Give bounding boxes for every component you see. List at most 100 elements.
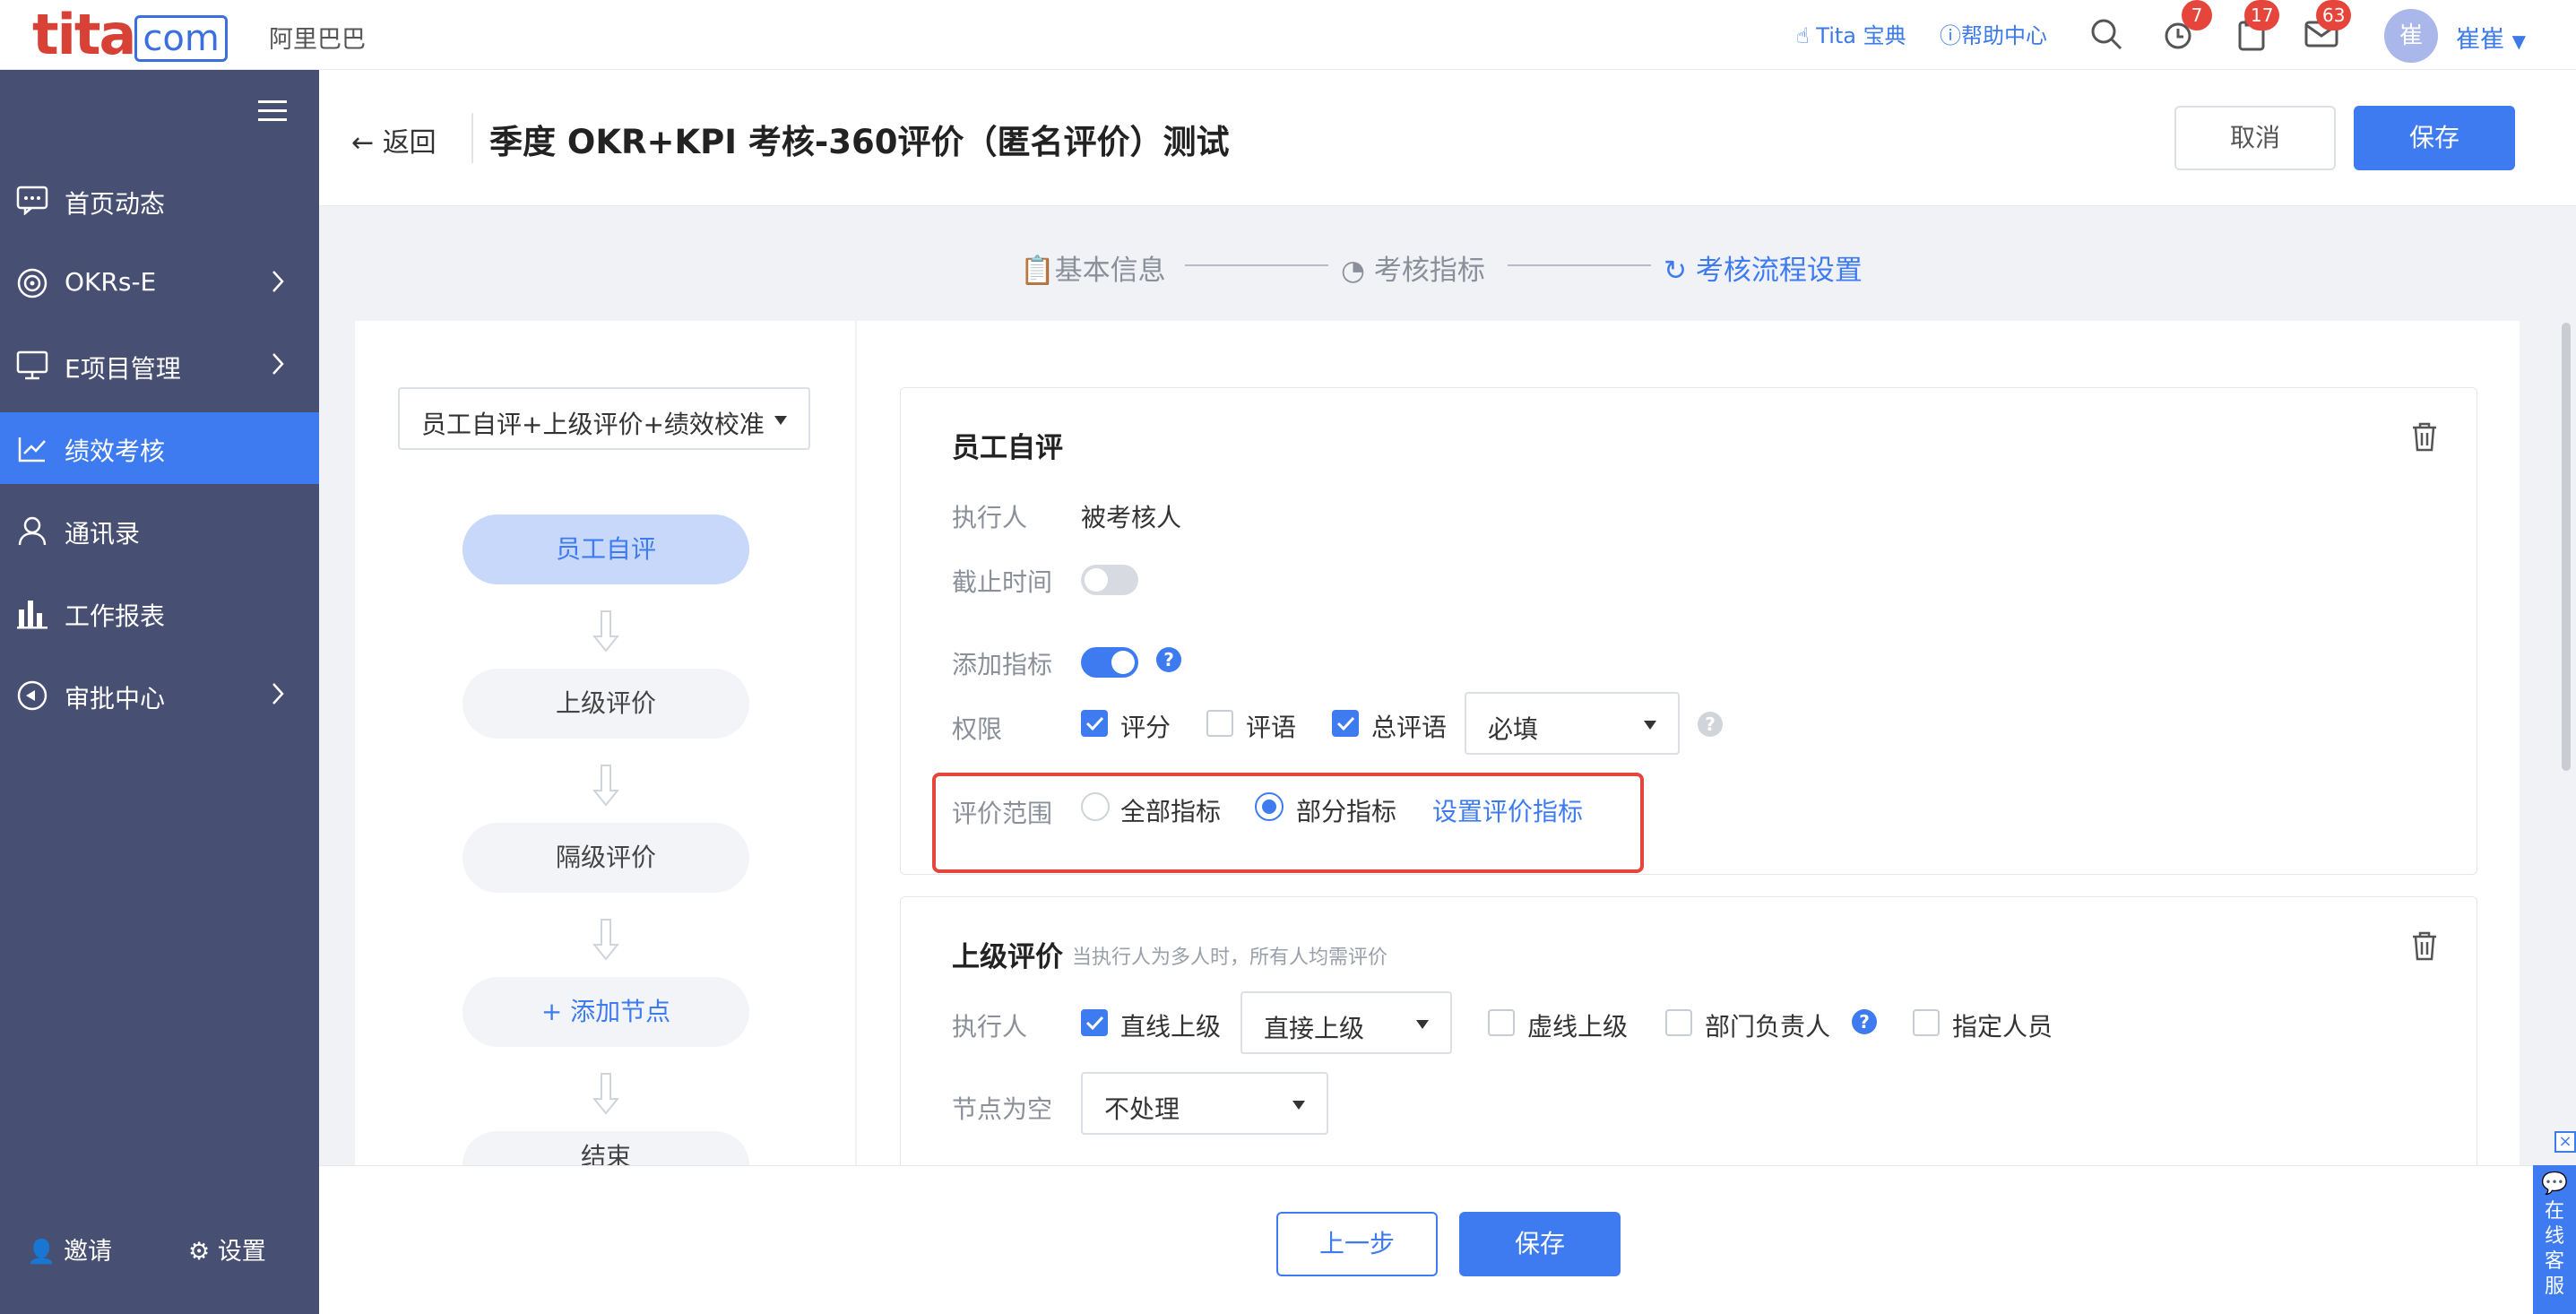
comment-checkbox[interactable]	[1206, 710, 1233, 737]
step-metrics[interactable]: ◔ 考核指标	[1341, 247, 1485, 288]
scope-all-radio[interactable]	[1081, 792, 1110, 821]
flow-template-select[interactable]: 员工自评+上级评价+绩效校准	[398, 387, 810, 450]
bar-chart-icon	[16, 597, 48, 629]
caret-down-icon	[1292, 1101, 1305, 1110]
sidebar: 首页动态 OKRs-E E项目管理 绩效考核 通讯录 工作报表 审批中心 👤 邀…	[0, 70, 319, 1314]
user-name[interactable]: 崔崔 ▼	[2456, 20, 2526, 55]
caret-down-icon	[774, 416, 787, 425]
flow-node-self-eval[interactable]: 员工自评	[462, 514, 749, 584]
help-center-link[interactable]: ⓘ帮助中心	[1940, 18, 2047, 49]
arrow-left-icon: ←	[351, 127, 375, 159]
add-node-button[interactable]: + 添加节点	[462, 977, 749, 1047]
chat-bubble-icon	[16, 185, 48, 215]
add-metric-toggle[interactable]	[1081, 647, 1138, 678]
chevron-right-icon	[271, 681, 285, 713]
required-select[interactable]: 必填	[1465, 692, 1680, 755]
cycle-icon: ↻	[1664, 255, 1696, 287]
scope-label: 评价范围	[952, 799, 1053, 828]
cancel-button[interactable]: 取消	[2174, 106, 2336, 170]
gauge-icon: ◔	[1341, 255, 1374, 287]
search-icon[interactable]	[2088, 16, 2124, 52]
save-button[interactable]: 保存	[2354, 106, 2515, 170]
set-eval-metrics-link[interactable]: 设置评价指标	[1432, 792, 1583, 828]
dept-head-label: 部门负责人	[1705, 1012, 1831, 1042]
direct-line-label: 直线上级	[1120, 1012, 1222, 1042]
step-connector	[1508, 264, 1651, 266]
caret-down-icon	[1416, 1020, 1429, 1029]
card-title: 上级评价	[952, 941, 1063, 973]
top-bar: tita com 阿里巴巴 ☝ Tita 宝典 ⓘ帮助中心 7 17 63 崔 崔…	[0, 0, 2576, 70]
direct-line-checkbox[interactable]	[1081, 1009, 1108, 1036]
deadline-label: 截止时间	[952, 567, 1053, 597]
sidebar-item-projects[interactable]: E项目管理	[0, 330, 319, 402]
sidebar-item-home-feed[interactable]: 首页动态	[0, 165, 319, 237]
user-plus-icon: 👤	[27, 1239, 56, 1266]
dotted-line-checkbox[interactable]	[1488, 1009, 1515, 1036]
scope-partial-radio[interactable]	[1255, 792, 1284, 821]
executor-label: 执行人	[952, 503, 1028, 532]
close-icon[interactable]: ×	[2554, 1131, 2576, 1153]
footer-save-button[interactable]: 保存	[1459, 1212, 1621, 1276]
overall-comment-checkbox[interactable]	[1332, 710, 1359, 737]
empty-node-select[interactable]: 不处理	[1081, 1072, 1328, 1135]
settings-button[interactable]: ⚙ 设置	[188, 1232, 266, 1266]
back-button[interactable]: ← 返回	[351, 120, 437, 160]
previous-step-button[interactable]: 上一步	[1276, 1212, 1438, 1276]
trash-icon[interactable]	[2411, 930, 2438, 961]
caret-down-icon: ▼	[2511, 30, 2526, 52]
flow-node-superior-eval[interactable]: 上级评价	[462, 669, 749, 739]
chat-icon: 💬	[2541, 1171, 2568, 1196]
sidebar-item-approvals[interactable]: 审批中心	[0, 660, 319, 731]
tita-logo[interactable]: tita com	[32, 4, 228, 66]
target-icon	[16, 267, 48, 299]
sidebar-item-reports[interactable]: 工作报表	[0, 577, 319, 649]
score-label: 评分	[1120, 713, 1171, 742]
avatar[interactable]: 崔	[2384, 9, 2438, 63]
dept-head-checkbox[interactable]	[1665, 1009, 1692, 1036]
sidebar-item-okrs[interactable]: OKRs-E	[0, 247, 319, 319]
overall-comment-label: 总评语	[1371, 713, 1448, 742]
scope-all-label: 全部指标	[1120, 797, 1222, 826]
designated-checkbox[interactable]	[1913, 1009, 1940, 1036]
flow-node-skip-level-eval[interactable]: 隔级评价	[462, 823, 749, 893]
page-title: 季度 OKR+KPI 考核-360评价（匿名评价）测试	[489, 123, 1230, 161]
reminder-badge: 7	[2182, 0, 2212, 30]
chevron-right-icon	[271, 351, 285, 383]
trend-chart-icon	[16, 432, 48, 464]
arrow-down-icon	[590, 609, 622, 656]
executor-value: 被考核人	[1081, 503, 1182, 532]
tita-guide-link[interactable]: ☝ Tita 宝典	[1796, 18, 1906, 49]
direct-superior-select[interactable]: 直接上级	[1240, 991, 1452, 1054]
permission-label: 权限	[952, 714, 1003, 744]
invite-button[interactable]: 👤 邀请	[27, 1232, 112, 1266]
step-basic-info[interactable]: 📋基本信息	[1020, 247, 1166, 288]
score-checkbox[interactable]	[1081, 710, 1108, 737]
card-title: 员工自评	[952, 432, 1063, 464]
approval-icon	[16, 679, 48, 712]
arrow-down-icon	[590, 918, 622, 964]
hamburger-menu-icon[interactable]	[258, 99, 287, 124]
flow-node-end[interactable]: 结束	[462, 1131, 749, 1165]
scope-partial-label: 部分指标	[1296, 797, 1397, 826]
executor-label: 执行人	[952, 1012, 1028, 1042]
designated-label: 指定人员	[1952, 1012, 2053, 1042]
document-icon: 📋	[1020, 255, 1055, 287]
caret-down-icon	[1644, 721, 1656, 730]
question-icon[interactable]: ?	[1698, 712, 1723, 737]
online-service-widget[interactable]: 💬 在线客服	[2533, 1165, 2576, 1314]
empty-node-label: 节点为空	[952, 1094, 1053, 1124]
question-icon[interactable]: ?	[1156, 647, 1181, 672]
step-process-settings[interactable]: ↻ 考核流程设置	[1664, 247, 1863, 288]
add-metric-label: 添加指标	[952, 650, 1053, 679]
sidebar-item-performance[interactable]: 绩效考核	[0, 412, 319, 484]
sidebar-item-contacts[interactable]: 通讯录	[0, 495, 319, 566]
deadline-toggle[interactable]	[1081, 565, 1138, 595]
hand-icon: ☝	[1796, 23, 1810, 48]
question-icon[interactable]: ?	[1852, 1009, 1877, 1034]
trash-icon[interactable]	[2411, 421, 2438, 452]
scrollbar-thumb[interactable]	[2562, 323, 2571, 771]
arrow-down-icon	[590, 764, 622, 810]
org-name[interactable]: 阿里巴巴	[269, 20, 366, 55]
monitor-icon	[16, 350, 48, 380]
question-circle-icon: ⓘ	[1940, 23, 1961, 48]
